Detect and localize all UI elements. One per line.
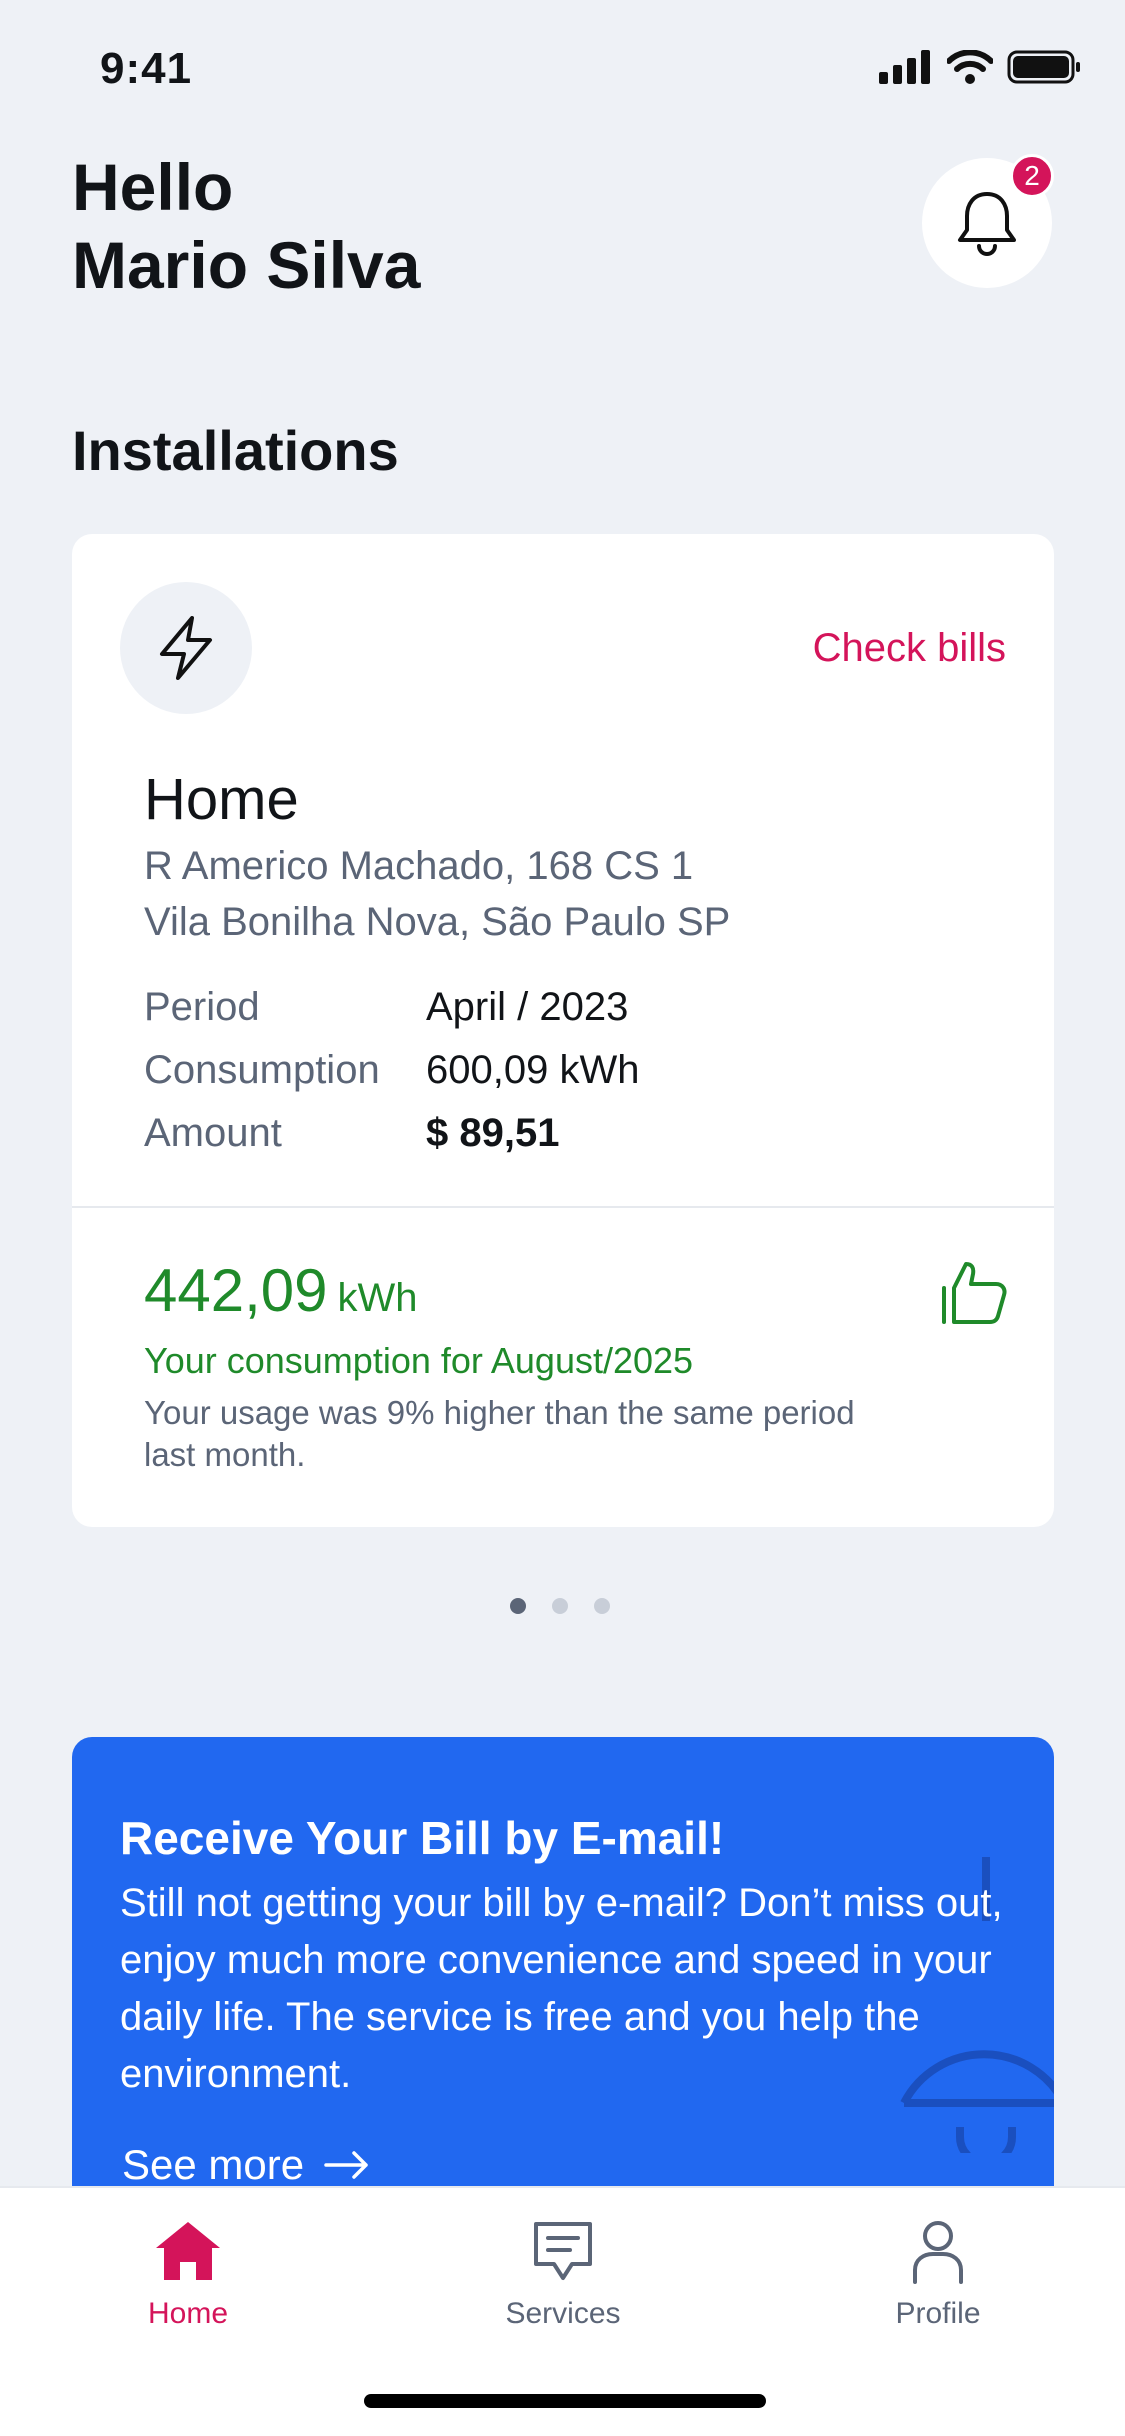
tab-label: Home	[147, 2297, 229, 2330]
address-line1: R Americo Machado, 168 CS 1	[144, 844, 694, 888]
battery-icon	[1007, 50, 1080, 84]
tab-services[interactable]: Services	[463, 2218, 663, 2331]
installation-icon-wrap	[120, 582, 252, 714]
greeting-name: Mario Silva	[72, 228, 421, 302]
installations-title: Installations	[72, 419, 399, 482]
detail-label: Consumption	[144, 1048, 380, 1092]
greeting-line1: Hello	[72, 150, 234, 224]
user-icon	[913, 2221, 963, 2284]
email-bill-promo[interactable]: Receive Your Bill by E-mail! Still not g…	[72, 1737, 1054, 2197]
detail-value: $ 89,51	[426, 1111, 560, 1155]
detail-value: 600,09 kWh	[426, 1048, 640, 1092]
notification-badge: 2	[1010, 154, 1054, 198]
usage-caption: Your consumption for August/2025	[144, 1340, 694, 1381]
tab-home[interactable]: Home	[88, 2218, 288, 2331]
see-more-link[interactable]: See more	[122, 2141, 370, 2189]
usage-value: 442,09 kWh	[144, 1256, 418, 1325]
arrow-right-icon	[324, 2151, 368, 2179]
check-bills-link[interactable]: Check bills	[813, 626, 1006, 671]
detail-row-consumption: Consumption 600,09 kWh	[144, 1039, 639, 1102]
carousel-pager	[510, 1598, 610, 1614]
home-indicator	[364, 2394, 766, 2408]
tab-profile[interactable]: Profile	[838, 2218, 1038, 2331]
signal-icon	[879, 50, 930, 84]
detail-label: Period	[144, 985, 260, 1029]
status-bar: 9:41	[0, 0, 1125, 140]
pager-dot[interactable]	[552, 1598, 568, 1614]
address-line2: Vila Bonilha Nova, São Paulo SP	[144, 900, 731, 944]
detail-row-period: Period April / 2023	[144, 976, 639, 1039]
home-icon	[156, 2222, 220, 2280]
installation-address: R Americo Machado, 168 CS 1 Vila Bonilha…	[144, 838, 730, 950]
detail-label: Amount	[144, 1111, 282, 1155]
pager-dot[interactable]	[594, 1598, 610, 1614]
installation-name: Home	[144, 767, 299, 832]
promo-title: Receive Your Bill by E-mail!	[120, 1812, 725, 1864]
see-more-label: See more	[122, 2141, 305, 2188]
status-time: 9:41	[100, 44, 193, 93]
thumbs-up-icon	[942, 1262, 1007, 1324]
installation-details: Period April / 2023 Consumption 600,09 k…	[144, 976, 639, 1165]
lightning-icon	[160, 616, 212, 680]
usage-unit: kWh	[337, 1276, 418, 1320]
promo-text: Still not getting your bill by e-mail? D…	[120, 1881, 1003, 2096]
card-divider	[72, 1206, 1054, 1208]
tab-label: Services	[505, 2297, 621, 2330]
status-icons	[879, 50, 1081, 84]
usage-number: 442,09	[144, 1257, 328, 1324]
detail-row-amount: Amount $ 89,51	[144, 1102, 639, 1165]
bell-icon	[958, 192, 1016, 256]
tab-label: Profile	[895, 2297, 981, 2330]
pager-dot-active[interactable]	[510, 1598, 526, 1614]
greeting: Hello Mario Silva	[72, 148, 420, 304]
chat-icon	[534, 2222, 592, 2280]
wifi-icon	[947, 50, 993, 84]
detail-value: April / 2023	[426, 985, 629, 1029]
usage-description: Your usage was 9% higher than the same p…	[144, 1394, 855, 1473]
installation-card[interactable]: Check bills Home R Americo Machado, 168 …	[72, 534, 1054, 1527]
